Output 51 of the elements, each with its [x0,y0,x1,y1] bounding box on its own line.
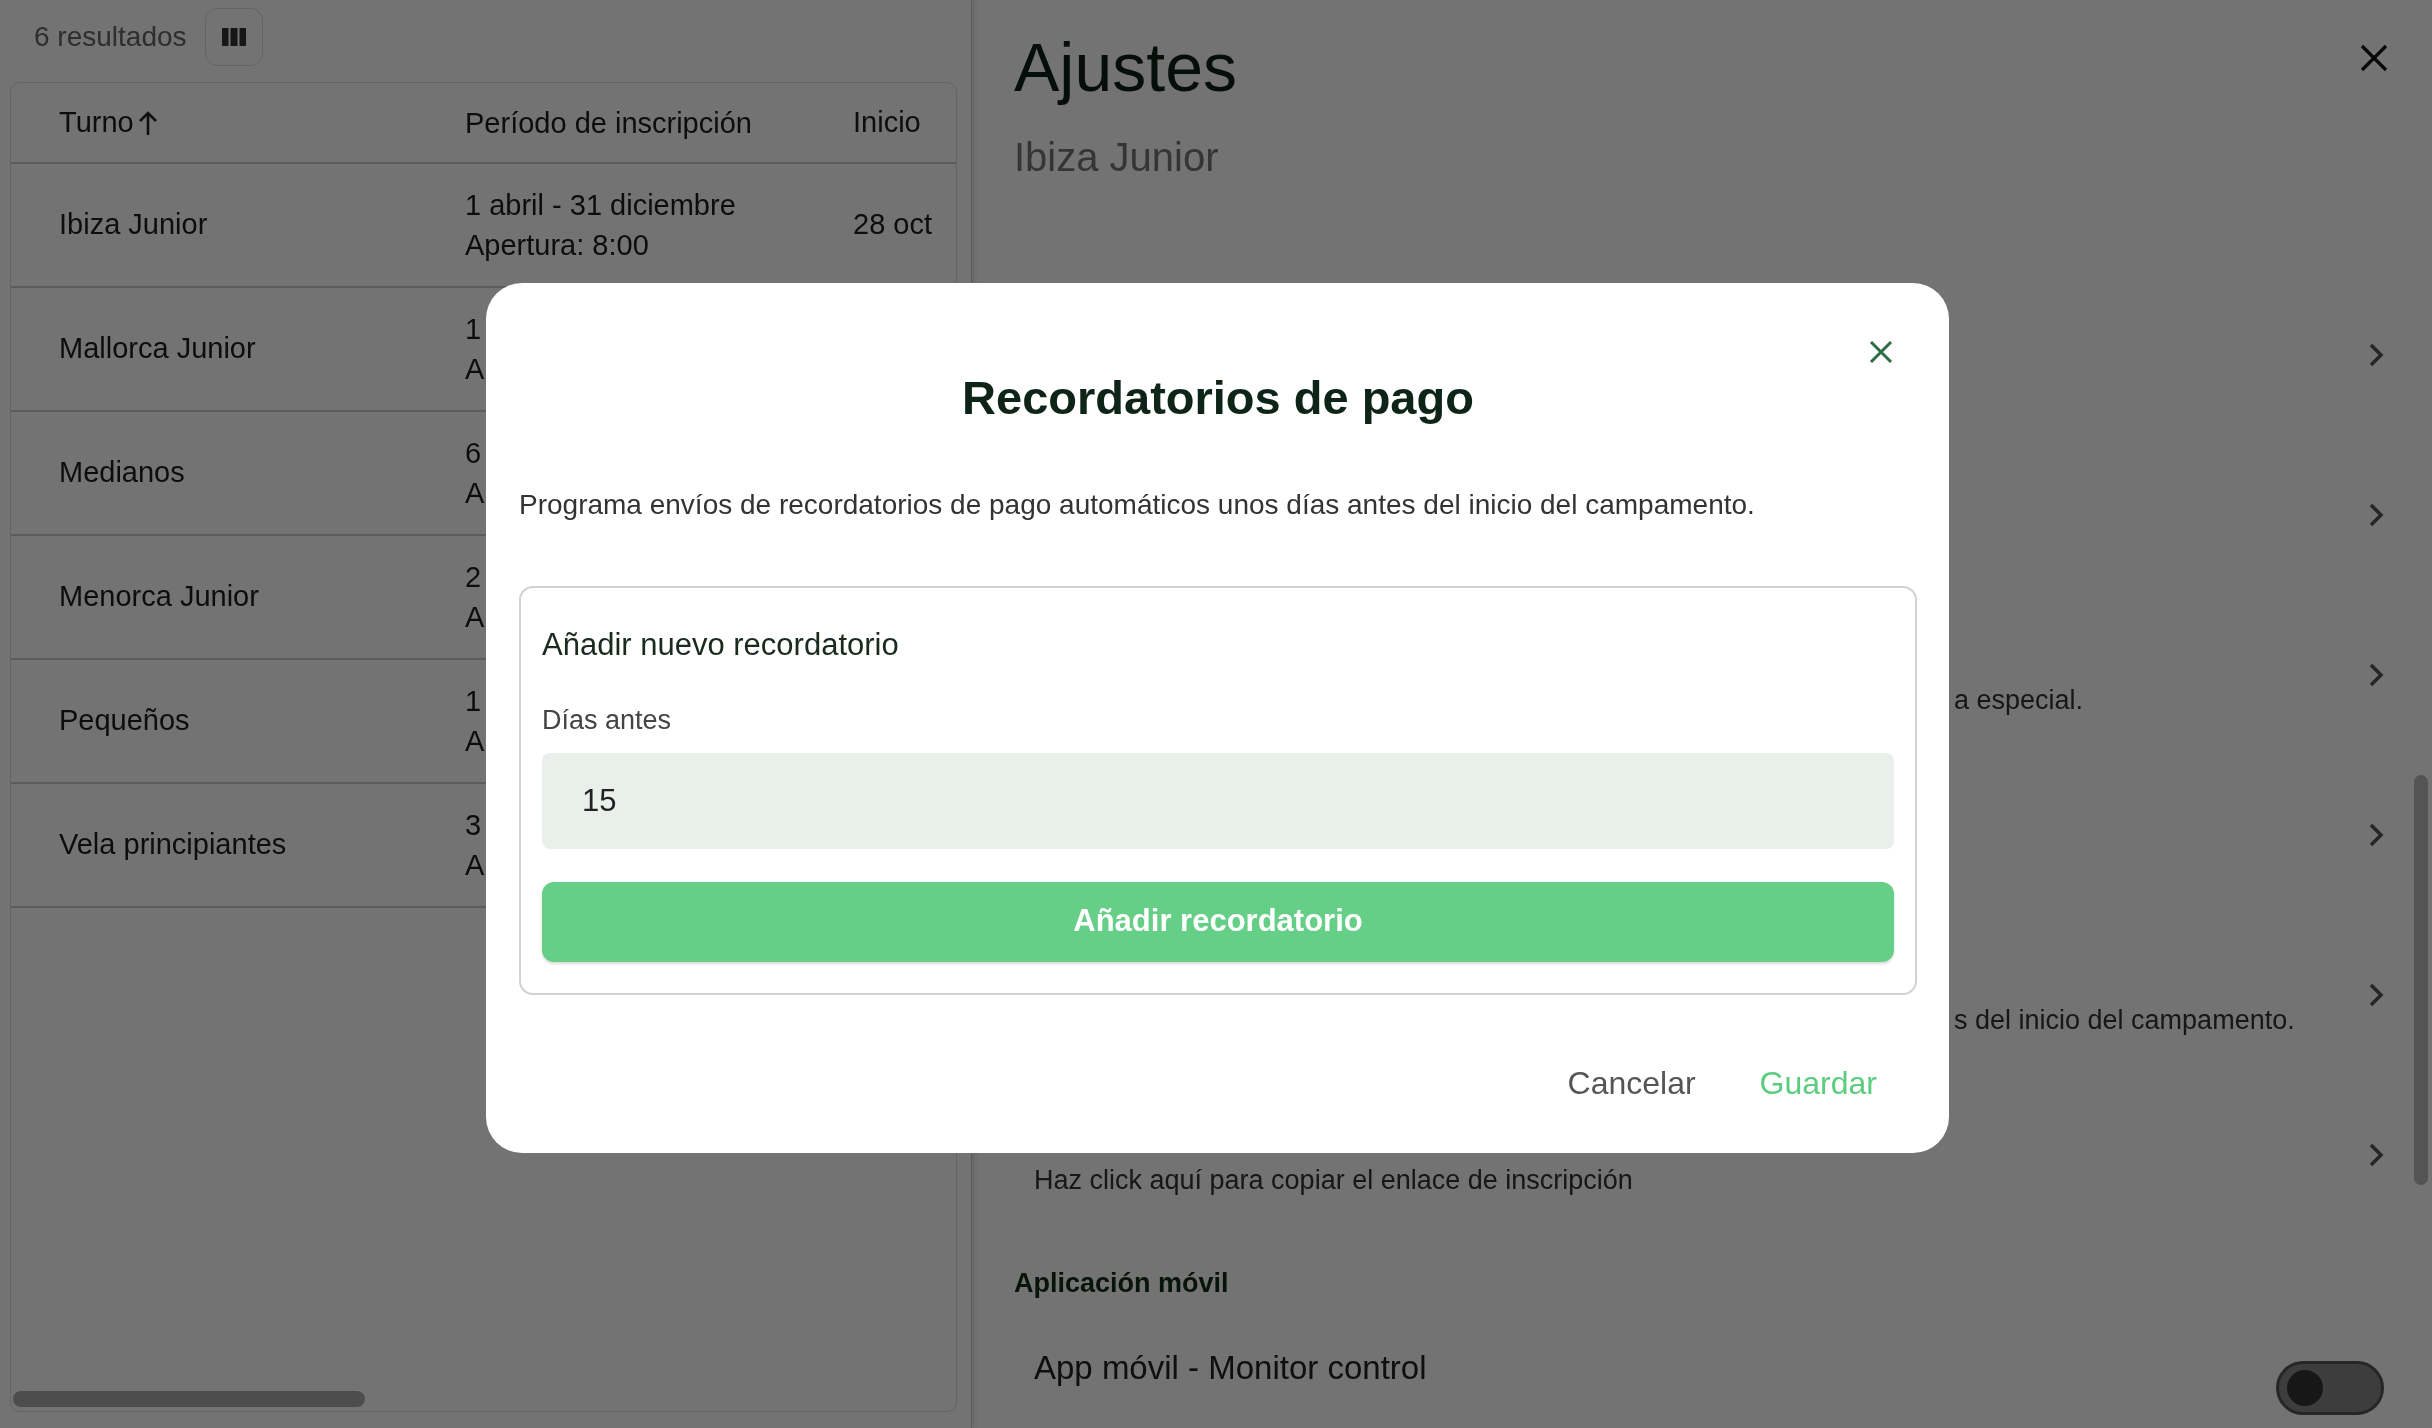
setting-description: Haz click aquí para copiar el enlace de inscripción [1034,1165,1633,1196]
scrollbar-thumb[interactable] [13,1391,365,1407]
chevron-right-icon [2368,1141,2384,1168]
close-icon [1869,339,1893,364]
table-cell-text: A [465,848,485,883]
panel-title: Ajustes [1014,30,1237,105]
columns-icon [221,27,246,47]
column-header[interactable]: Turno [59,105,134,138]
panel-subtitle: Ibiza Junior [1014,133,1219,181]
table-cell-text: 1 abril - 31 diciembre [465,188,736,223]
close-button[interactable] [2360,44,2388,72]
field-label: Días antes [542,704,673,737]
columns-button[interactable] [204,8,263,66]
table-cell-text: Ibiza Junior [58,207,209,243]
table-cell-text: 1 [465,684,482,719]
table-cell-text: A [465,600,485,635]
days-input-field[interactable]: 15 [542,752,1894,849]
table-cell-text: Menorca Junior [58,579,260,615]
chevron-right-icon [2368,341,2384,368]
table-cell-text: Apertura: 8:00 [465,228,649,263]
table-cell-text: Pequeños [58,703,191,739]
toggle-switch[interactable] [2276,1361,2384,1416]
table-cell-text: 3 [465,808,482,843]
table-cell-text: Medianos [58,455,186,491]
setting-description: s del inicio del campamento. [1954,1005,2295,1036]
chevron-right-icon [2368,821,2384,848]
chevron-right-icon [2368,981,2384,1008]
table-cell-text: A [465,352,485,387]
table-cell-text: Vela principiantes [58,827,288,863]
dialog-title: Recordatorios de pago [961,370,1475,426]
table-cell-text: 6 [465,436,482,471]
card-title: Añadir nuevo recordatorio [542,625,900,664]
close-icon [2360,44,2388,72]
table-cell-text: Mallorca Junior [58,331,257,367]
scrollbar-thumb[interactable] [2414,775,2428,1185]
table-cell-text: A [465,724,485,759]
cancel-button[interactable]: Cancelar [1555,1050,1708,1115]
table-cell: 28 oct [853,208,932,241]
chevron-right-icon [2368,501,2384,528]
table-cell-text: 1 [465,312,482,347]
dialog-description: Programa envíos de recordatorios de pago automáticos unos días antes del inicio del campamento. [519,487,1756,522]
setting-description: a especial. [1954,685,2084,716]
chevron-right-icon [2368,661,2384,688]
section-heading: Aplicación móvil [1014,1266,1230,1300]
close-button[interactable] [1869,339,1893,364]
results-count: 6 resultados [34,20,187,54]
setting-label: App móvil - Monitor control [1034,1348,1428,1389]
table-cell-text: 2 [465,560,482,595]
column-header[interactable]: Inicio [853,105,921,138]
table-cell-text: A [465,476,485,511]
column-header[interactable]: Período de inscripción [465,106,752,139]
